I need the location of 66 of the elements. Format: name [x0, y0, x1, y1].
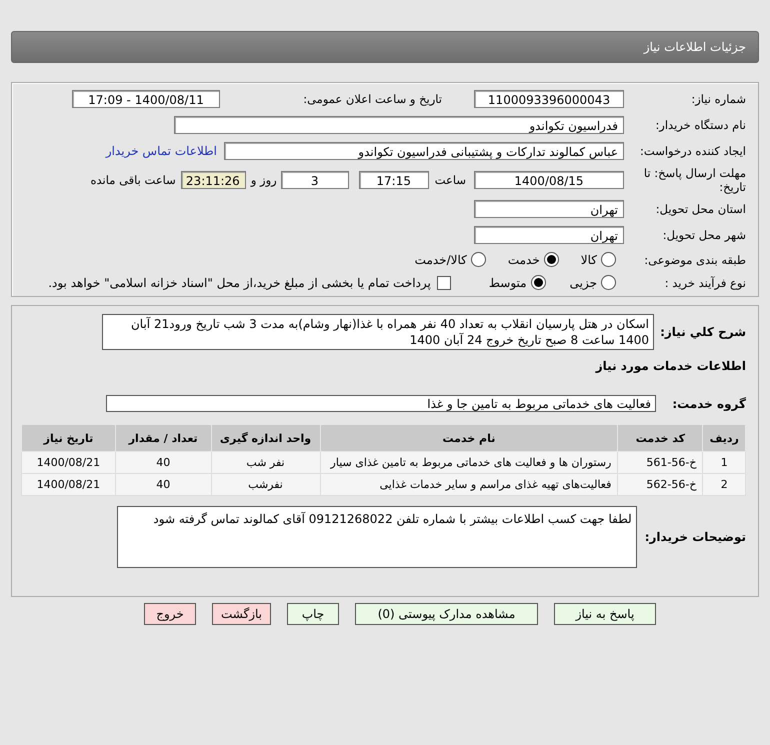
field-label: شماره نیاز:	[690, 92, 746, 106]
radio-label: کالا	[580, 252, 597, 266]
field-label: استان محل تحویل:	[654, 202, 746, 216]
deadline-time-field: 17:15	[358, 171, 429, 189]
table-cell: نفرشب	[211, 474, 320, 496]
buyer-org-field: فدراسیون تکواندو	[174, 116, 624, 134]
table-cell: رستوران ها و فعالیت های خدماتی مربوط به تامین غذای سیار	[320, 452, 618, 474]
remaining-time-field: 23:11:26	[180, 171, 246, 189]
payment-option-label: پرداخت تمام یا بخشی از مبلغ خرید،از محل "اسناد خزانه اسلامی" خواهد بود.	[48, 276, 431, 290]
table-cell: خ-56-561	[618, 452, 703, 474]
need-summary-box: اسکان در هتل پارسیان انقلاب به تعداد 40 نفر همراه با غذا(نهار وشام)به مدت 3 شب تاریخ ورود21 آبان 1400 ساعت 8 صبح تاریخ خروج 24 آبان 1400	[102, 314, 654, 350]
action-button[interactable]: مشاهده مدارک پیوستی (0)	[355, 603, 538, 625]
radio-button[interactable]	[544, 252, 559, 267]
deadline-date-field: 1400/08/15	[474, 171, 624, 189]
buyer-contact-link[interactable]: اطلاعات تماس خریدار	[106, 144, 217, 158]
radio-button[interactable]	[601, 252, 616, 267]
radio-label: خدمت	[508, 252, 540, 266]
page-title: جزئیات اطلاعات نیاز	[644, 40, 746, 54]
table-cell: 40	[115, 452, 212, 474]
field-label: تاریخ و ساعت اعلان عمومی:	[302, 92, 442, 106]
column-header: تاریخ نیاز	[22, 424, 116, 452]
radio-label: متوسط	[488, 276, 527, 290]
table-cell: 1400/08/21	[22, 474, 116, 496]
days-field: 3	[280, 171, 349, 189]
field-label: روز و	[250, 173, 277, 187]
field-label: شهر محل تحویل:	[662, 228, 746, 242]
province-field: تهران	[474, 200, 624, 218]
field-label: نوع فرآیند خرید :	[664, 276, 746, 290]
radio-button[interactable]	[601, 275, 616, 290]
field-label: ساعت	[434, 173, 466, 187]
column-header: ردیف	[702, 424, 746, 452]
action-button[interactable]: چاپ	[287, 603, 339, 625]
need-number-field: 1100093396000043	[474, 90, 624, 108]
radio-button[interactable]	[530, 275, 546, 290]
table-cell: نفر شب	[211, 452, 320, 474]
field-label: طبقه بندی موضوعی:	[643, 252, 746, 266]
checkbox[interactable]	[436, 276, 451, 290]
action-button[interactable]: خروج	[144, 603, 196, 625]
announce-date-field: 1400/08/11 - 17:09	[72, 90, 220, 108]
field-label: ایجاد کننده درخواست:	[639, 144, 746, 158]
radio-label: جزیی	[570, 276, 597, 290]
table-cell: خ-56-562	[618, 474, 703, 496]
city-field: تهران	[474, 226, 624, 244]
service-group-field: فعالیت های خدماتی مربوط به تامین جا و غذا	[106, 395, 656, 412]
field-label: ساعت باقی مانده	[90, 173, 176, 187]
buyer-notes-box: لطفا جهت کسب اطلاعات بیشتر با شماره تلفن 09121268022 آقای کمالوند تماس گرفته شود	[116, 506, 637, 568]
table-cell: 2	[702, 474, 746, 496]
table-cell: 1400/08/21	[22, 452, 116, 474]
field-label: توضیحات خریدار:	[644, 530, 746, 544]
column-header: کد خدمت	[618, 424, 703, 452]
radio-label: کالا/خدمت	[414, 252, 467, 266]
table-cell: 40	[115, 474, 212, 496]
column-header: واحد اندازه گیری	[211, 424, 320, 452]
column-header: تعداد / مقدار	[115, 424, 212, 452]
action-button[interactable]: بازگشت	[212, 603, 271, 625]
radio-button[interactable]	[470, 252, 486, 267]
field-label: مهلت ارسال پاسخ: تا تاریخ:	[642, 166, 746, 194]
field-label: گروه خدمت:	[671, 396, 746, 410]
field-label: نام دستگاه خریدار:	[654, 118, 746, 132]
action-button[interactable]: پاسخ به نیاز	[554, 603, 656, 625]
table-cell: 1	[702, 452, 746, 474]
table-cell: فعالیت‌های تهیه غذای مراسم و سایر خدمات غذایی	[320, 474, 618, 496]
section-heading: اطلاعات خدمات مورد نیاز	[596, 359, 746, 373]
column-header: نام خدمت	[320, 424, 618, 452]
field-label: شرح کلي نياز:	[659, 325, 746, 339]
requester-field: عباس کمالوند تدارکات و پشتیبانی فدراسیون تکواندو	[224, 142, 624, 160]
